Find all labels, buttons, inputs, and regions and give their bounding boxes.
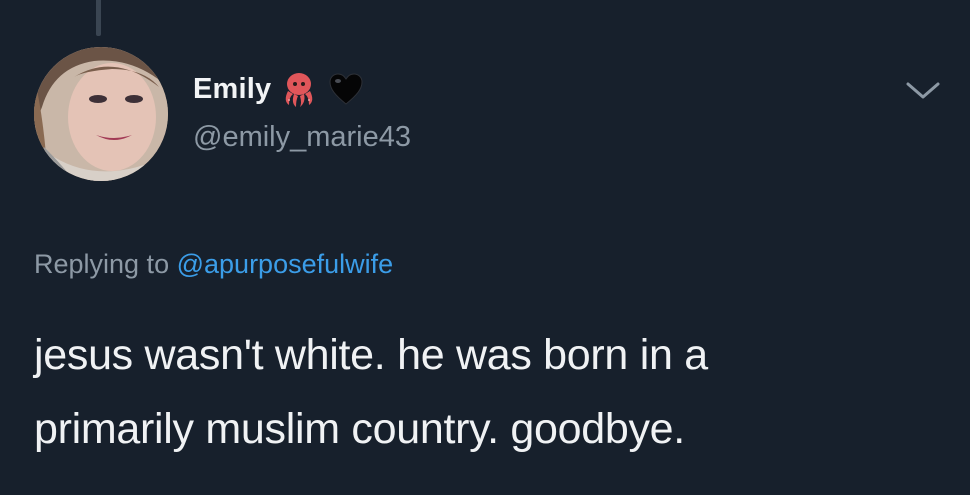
chevron-down-icon[interactable] bbox=[905, 80, 941, 102]
tweet-text-line: jesus wasn't white. he was born in a bbox=[34, 331, 708, 379]
replying-to-label: Replying to bbox=[34, 249, 170, 279]
tweet-text: jesus wasn't white. he was born in a pri… bbox=[34, 318, 954, 466]
author-name-row[interactable]: Emily bbox=[193, 64, 365, 114]
user-handle[interactable]: @emily_marie43 bbox=[193, 121, 411, 154]
tweet-text-line: primarily muslim country. goodbye. bbox=[34, 405, 685, 453]
display-name[interactable]: Emily bbox=[193, 73, 271, 106]
replying-to: Replying to @apurposefulwife bbox=[34, 249, 393, 280]
replying-to-link[interactable]: @apurposefulwife bbox=[177, 249, 394, 279]
octopus-icon bbox=[279, 69, 319, 109]
avatar[interactable] bbox=[34, 47, 168, 181]
thread-connector-line bbox=[96, 0, 101, 36]
black-heart-icon bbox=[327, 70, 365, 108]
